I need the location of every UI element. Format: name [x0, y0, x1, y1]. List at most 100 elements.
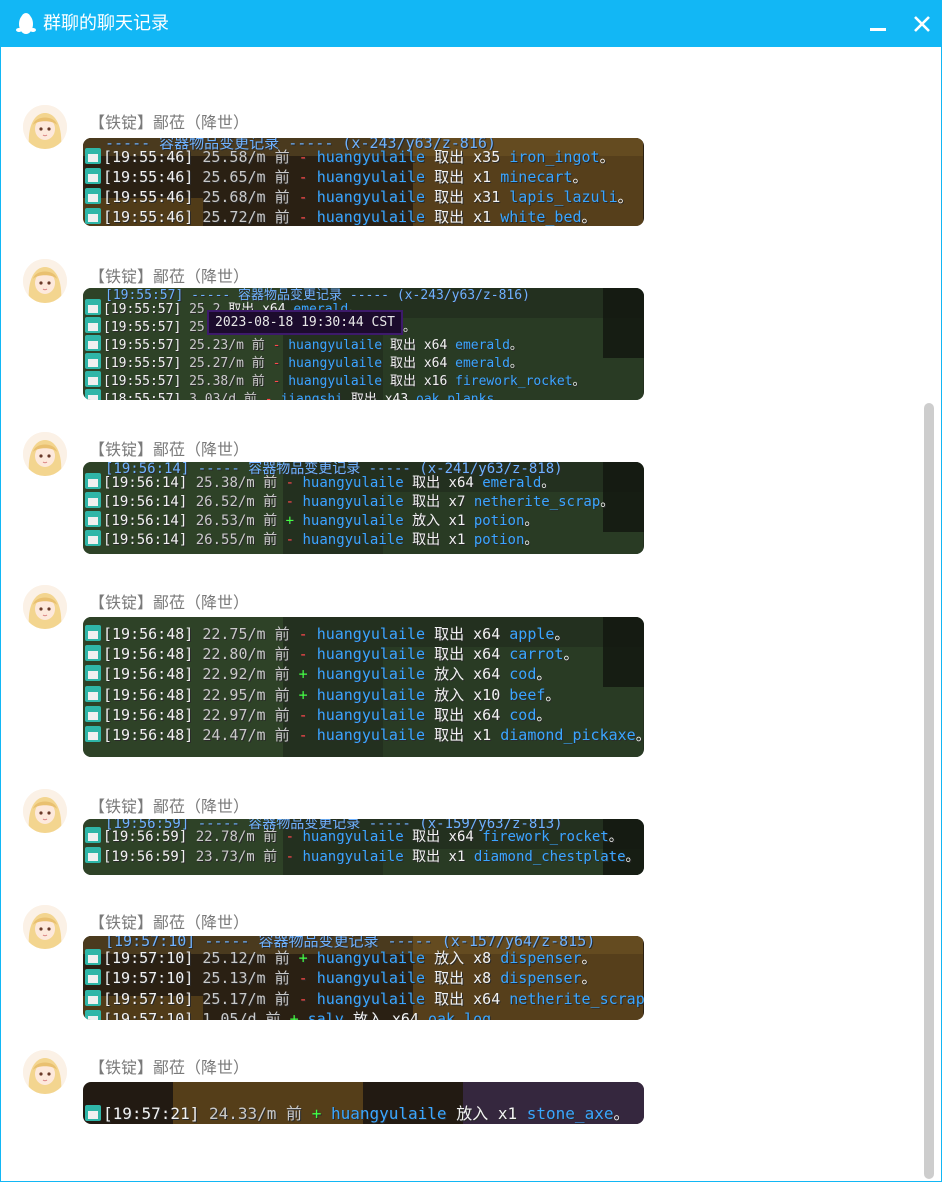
log-player: huangyulaile	[288, 374, 383, 389]
log-item: cod	[509, 665, 537, 683]
log-distance: 3.03/d 前	[189, 392, 257, 400]
log-sign: +	[285, 513, 295, 529]
player-head-icon	[85, 686, 101, 702]
close-icon	[914, 16, 930, 32]
log-quantity: x64	[423, 356, 448, 371]
log-player: huangyulaile	[302, 829, 404, 845]
log-time: [19:57:10]	[103, 969, 194, 987]
log-action: 取出	[434, 645, 465, 663]
log-player: huangyulaile	[316, 168, 426, 186]
player-head-icon	[85, 969, 101, 985]
title-bar[interactable]: 群聊的聊天记录	[1, 1, 941, 47]
avatar[interactable]	[23, 1050, 67, 1094]
log-action: 放入	[434, 949, 465, 967]
screenshot-image[interactable]: [19:57:21] 24.33/m 前 + huangyulaile 放入 x…	[83, 1082, 644, 1124]
close-button[interactable]	[909, 11, 935, 37]
log-time: [19:56:48]	[103, 665, 194, 683]
log-distance: 23.73/m 前	[195, 849, 278, 865]
avatar[interactable]	[23, 789, 67, 833]
log-sign: -	[285, 475, 295, 491]
avatar[interactable]	[23, 905, 67, 949]
log-distance: 22.95/m 前	[202, 686, 290, 704]
log-quantity: x64	[448, 829, 474, 845]
log-sign: +	[311, 1104, 322, 1123]
player-head-icon	[85, 949, 101, 965]
log-quantity: x10	[473, 686, 501, 704]
anime-girl-avatar-image	[23, 789, 67, 833]
log-time: [19:56:48]	[103, 645, 194, 663]
screenshot-image[interactable]: [19:56:48] 22.75/m 前 - huangyulaile 取出 x…	[83, 617, 644, 757]
log-quantity: x35	[473, 148, 501, 166]
log-item: emerald	[455, 356, 510, 371]
log-end: 。	[524, 513, 539, 529]
chat-message: 【铁锭】鄙莅（降世） [19:57:21] 24.33/m 前 + huangyu…	[1, 1050, 921, 1134]
avatar[interactable]	[23, 105, 67, 149]
log-player: huangyulaile	[288, 356, 383, 371]
log-end: 。	[581, 208, 597, 226]
log-player: huangyulaile	[316, 645, 426, 663]
avatar[interactable]	[23, 585, 67, 629]
log-line: [19:57:10] 1.05/d 前 + saly 放入 x64 oak_lo…	[85, 1008, 491, 1020]
log-sign: -	[298, 726, 308, 744]
log-action: 取出	[434, 990, 465, 1008]
log-line: [19:56:14] 26.55/m 前 - huangyulaile 取出 x…	[85, 529, 538, 549]
chat-message-list[interactable]: [19:55:34] 25.08/m 前 - huangyulaile 取出 x…	[1, 47, 921, 1181]
log-time: [19:56:48]	[103, 686, 194, 704]
avatar[interactable]	[23, 259, 67, 303]
sender-name: 【铁锭】鄙莅（降世）	[89, 913, 250, 932]
player-head-icon	[85, 1010, 101, 1020]
log-line: [19:56:48] 22.92/m 前 + huangyulaile 放入 x…	[85, 663, 551, 684]
player-head-icon	[85, 1105, 101, 1121]
screenshot-image[interactable]: ----- 容器物品变更记录 ----- (x-243/y63/z-816) [1…	[83, 138, 644, 226]
player-head-icon	[85, 511, 101, 527]
player-head-icon	[85, 726, 101, 742]
log-item: minecart	[500, 168, 573, 186]
anime-girl-avatar-image	[23, 905, 67, 949]
log-quantity: x7	[448, 494, 466, 510]
log-item: lapis_lazuli	[509, 188, 618, 206]
log-player: huangyulaile	[316, 625, 426, 643]
log-time: [19:55:46]	[103, 188, 194, 206]
log-end: 。	[600, 494, 615, 510]
sender-name: 【铁锭】鄙莅（降世）	[89, 440, 250, 459]
log-distance: 25.65/m 前	[202, 168, 290, 186]
player-head-icon	[85, 530, 101, 546]
log-end: 。	[536, 706, 552, 724]
minimize-button[interactable]	[865, 11, 891, 37]
log-time: [19:56:48]	[103, 625, 194, 643]
log-action: 放入	[434, 686, 465, 704]
log-item: oak_planks	[416, 392, 495, 400]
player-head-icon	[85, 317, 101, 333]
screenshot-image[interactable]: [19:57:10] ----- 容器物品变更记录 ----- (x-157/y…	[83, 936, 644, 1020]
log-item: carrot	[509, 645, 564, 663]
log-sign: -	[298, 168, 308, 186]
screenshot-image[interactable]: [19:56:59] ----- 容器物品变更记录 ----- (x-159/y…	[83, 819, 644, 875]
log-time: [19:56:14]	[103, 475, 188, 491]
screenshot-image[interactable]: [19:56:14] ----- 容器物品变更记录 ----- (x-241/y…	[83, 462, 644, 554]
log-quantity: x64	[473, 706, 501, 724]
log-player: huangyulaile	[316, 706, 426, 724]
sender-name: 【铁锭】鄙莅（降世）	[89, 1058, 250, 1077]
screenshot-image[interactable]: [19:55:57] ----- 容器物品变更记录 ----- (x-243/y…	[83, 288, 644, 400]
log-line: [19:55:57] 25.38/m 前 - huangyulaile 取出 x…	[85, 370, 586, 389]
log-quantity: x64	[448, 475, 474, 491]
log-action: 取出	[389, 356, 416, 371]
log-end: 。	[509, 356, 523, 371]
log-quantity: x1	[448, 532, 466, 548]
log-line: [19:56:48] 22.97/m 前 - huangyulaile 取出 x…	[85, 704, 551, 725]
log-item: dispenser	[500, 949, 582, 967]
log-distance: 26.52/m 前	[195, 494, 278, 510]
vertical-scrollbar[interactable]	[921, 47, 941, 1181]
avatar[interactable]	[23, 432, 67, 476]
log-time: [19:55:57]	[103, 302, 182, 317]
log-time: [18:55:57]	[103, 392, 182, 400]
anime-girl-avatar-image	[23, 432, 67, 476]
anime-girl-avatar-image	[23, 105, 67, 149]
log-time: [19:55:46]	[103, 208, 194, 226]
chat-message: 【铁锭】鄙莅（降世） [19:56:59] ----- 容器物品变更记录 ----…	[1, 789, 921, 885]
log-time: [19:55:57]	[103, 338, 182, 353]
log-end: 。	[625, 849, 640, 865]
log-quantity: x1	[448, 849, 466, 865]
log-quantity: x1	[473, 726, 492, 744]
scrollbar-thumb[interactable]	[924, 403, 934, 1179]
